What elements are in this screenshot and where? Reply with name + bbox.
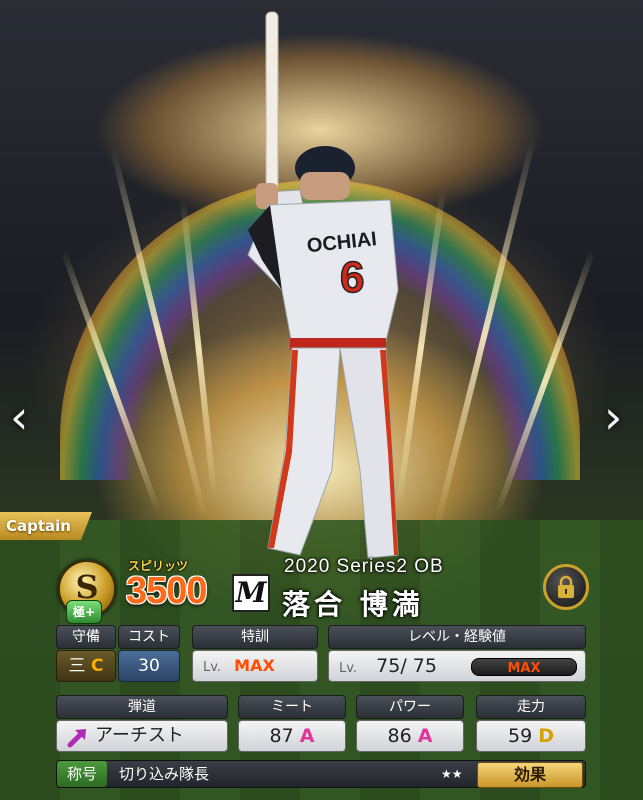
special-training-lv: Lv.	[203, 660, 222, 675]
title-value: 切り込み隊長	[119, 765, 210, 783]
power-header: パワー	[356, 695, 464, 719]
speed-header: 走力	[476, 695, 586, 719]
captain-ribbon: Captain	[0, 512, 92, 540]
position-header: 守備	[56, 625, 116, 649]
level-lv: Lv.	[339, 661, 358, 676]
level-value-box: Lv. 75/ 75 MAX	[328, 650, 586, 682]
series-label: 2020 Series2 OB	[284, 556, 444, 577]
jersey-number: 6	[340, 253, 364, 302]
exp-bar: MAX	[471, 658, 577, 676]
effect-button[interactable]: 効果	[477, 762, 583, 788]
meet-value-box: 87 A	[238, 720, 346, 752]
trajectory-value-box: アーチスト	[56, 720, 228, 752]
title-label: 称号	[57, 761, 107, 787]
lock-button[interactable]	[543, 564, 589, 610]
rank-tier-badge: 極+	[66, 600, 102, 624]
special-training-header: 特訓	[192, 625, 318, 649]
arrow-up-right-icon	[67, 729, 86, 748]
level-header: レベル・経験値	[328, 625, 586, 649]
position-value-box: 三 C	[56, 650, 116, 682]
spirits-value: 3500	[126, 570, 208, 612]
meet-header: ミート	[238, 695, 346, 719]
special-training-value-box: Lv. MAX	[192, 650, 318, 682]
player-illustration: OCHIAI 6	[247, 11, 399, 559]
bat	[265, 11, 279, 191]
lock-icon	[558, 575, 574, 598]
meet-grade: A	[299, 725, 315, 747]
level-value: 75/ 75	[376, 655, 437, 677]
title-row: 称号 切り込み隊長 ★★ 効果	[56, 760, 586, 788]
cost-header: コスト	[118, 625, 180, 649]
player-name: 落合 博満	[282, 588, 424, 621]
power-value: 86	[387, 725, 412, 747]
previous-card-arrow[interactable]: ‹	[10, 390, 28, 444]
exp-value: MAX	[507, 661, 541, 676]
team-logo: M	[232, 574, 270, 612]
position-value: 三	[68, 656, 86, 676]
position-grade: C	[90, 656, 104, 676]
power-value-box: 86 A	[356, 720, 464, 752]
speed-value-box: 59 D	[476, 720, 586, 752]
speed-grade: D	[538, 725, 554, 747]
stats-panel: 守備 コスト 特訓 レベル・経験値 三 C 30 Lv. MAX Lv. 75/…	[56, 625, 586, 800]
special-training-value: MAX	[234, 656, 275, 675]
speed-value: 59	[507, 725, 533, 747]
trajectory-value: アーチスト	[95, 725, 184, 746]
meet-value: 87	[269, 725, 294, 747]
power-grade: A	[417, 725, 433, 747]
title-stars: ★★	[441, 767, 463, 781]
next-card-arrow[interactable]: ›	[604, 390, 622, 444]
cost-value: 30	[118, 650, 180, 682]
trajectory-header: 弾道	[56, 695, 228, 719]
